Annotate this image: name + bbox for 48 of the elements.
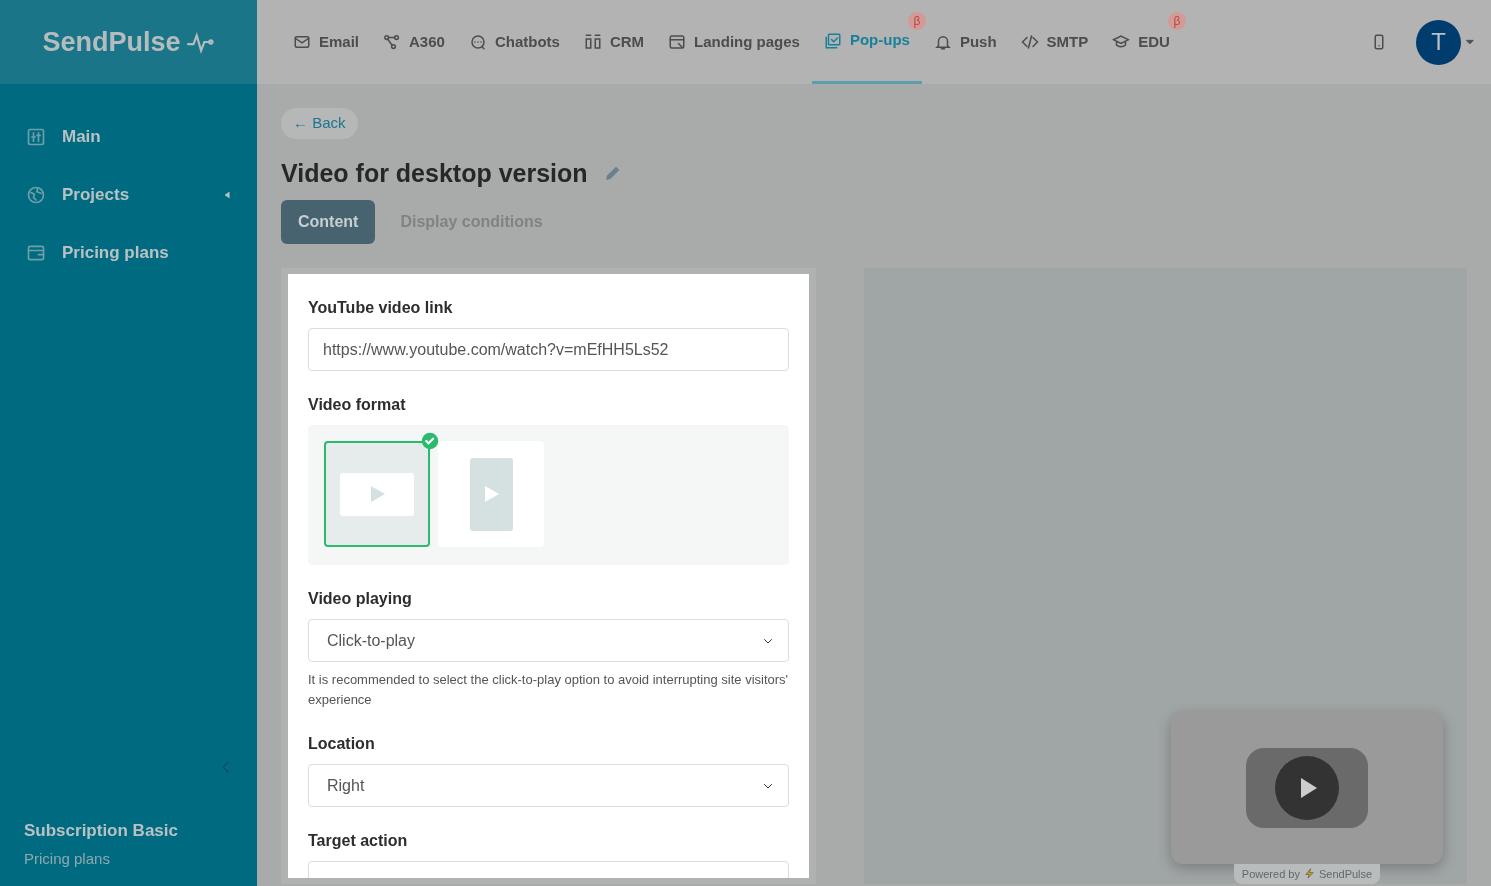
nav-tab[interactable]: Landing pages [656,0,812,84]
play-button-icon[interactable] [1245,746,1369,829]
page-title: Video for desktop version [281,157,588,189]
wallet-icon [26,243,46,263]
columns-icon [583,33,602,51]
sidebar-item[interactable]: Projects [0,166,257,224]
nodes-icon [383,33,402,51]
nav-tab[interactable]: Chatbots [456,0,572,84]
lightning-icon [1303,868,1315,880]
windows-icon [823,31,842,50]
grid-icon [26,127,46,147]
pricing-link[interactable]: Pricing plans [24,847,233,870]
nav-tab[interactable]: CRM [571,0,657,84]
plan-name: Subscription Basic [24,820,179,842]
bell-icon [933,33,952,51]
nav-tab[interactable]: A360 [371,0,457,84]
sidebar-item[interactable]: Pricing plans [0,224,257,282]
envelope-icon [293,33,311,51]
checkmark-icon [421,432,439,450]
beta-badge: β [907,12,926,30]
globe-icon [26,185,46,205]
beta-badge: β [1167,12,1186,30]
browser-icon [668,33,687,51]
back-button[interactable]: ← Back [281,108,358,139]
location-select[interactable]: Right [308,764,789,808]
field-label: YouTube video link [308,298,454,318]
nav-tab[interactable]: SMTP [1008,0,1101,84]
hint-text: It is recommended to select the click-to-play option to avoid interrupting site visitors' experience [308,671,789,710]
caret-down-icon [1465,37,1475,47]
field-label: Video format [308,395,407,415]
landscape-video-icon [340,472,414,516]
tab[interactable]: Content [281,200,376,244]
url-input-field[interactable]: https://www.youtube.com/watch?v=mEfHH5Ls52 [308,328,789,371]
portrait-video-icon [469,457,513,531]
chat-icon [468,33,487,51]
sidebar-item[interactable]: Main [0,108,257,166]
logo-text: SendPulse [42,25,181,59]
pencil-icon [603,164,622,183]
field-label: Location [308,734,376,755]
code-icon [1020,33,1039,51]
nav-tab[interactable]: Email [281,0,372,84]
powered-by-label[interactable]: Powered by SendPulse [1233,863,1381,884]
playing-select[interactable]: Click-to-play [308,619,789,662]
format-option[interactable] [324,441,430,547]
field-label: Target action [308,831,409,852]
format-option[interactable] [438,441,544,547]
field-label: Video playing [308,589,413,609]
user-avatar[interactable]: T [1416,19,1461,65]
